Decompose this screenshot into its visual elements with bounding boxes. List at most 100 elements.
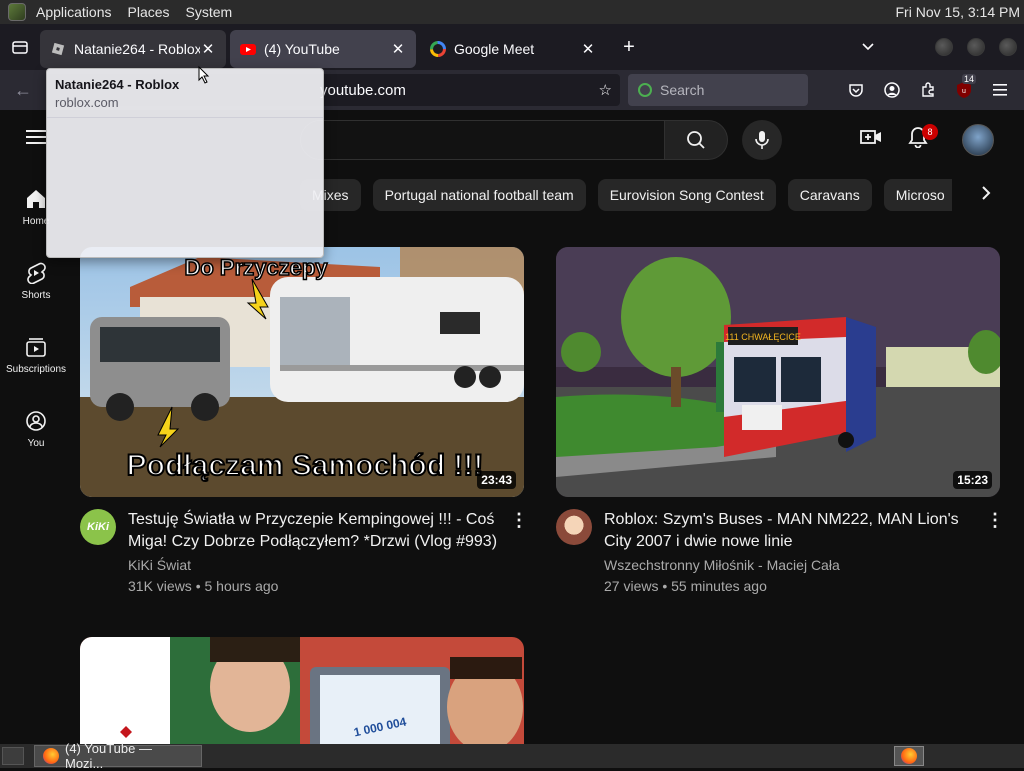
taskbar-window-button[interactable]: (4) YouTube — Mozi...	[34, 745, 202, 767]
more-options-icon[interactable]: ⋮	[986, 510, 1004, 531]
filter-chips: Mixes Portugal national football team Eu…	[300, 179, 964, 211]
shorts-icon	[25, 262, 47, 284]
video-thumbnail-roblox-bus[interactable]: 111 CHWAŁĘCICE 15:23	[556, 247, 1000, 497]
third-thumbnail-image: 1 000 004	[80, 637, 524, 744]
channel-name[interactable]: Wszechstronny Miłośnik - Maciej Cała	[604, 557, 840, 573]
youtube-search-button[interactable]	[664, 120, 728, 160]
chip-caravans[interactable]: Caravans	[788, 179, 872, 211]
video-title-line: Roblox: Szym's Buses - MAN NM222, MAN Li…	[604, 509, 984, 531]
channel-name[interactable]: KiKi Świat	[128, 557, 191, 573]
desktop-top-panel: Applications Places System Fri Nov 15, 3…	[0, 0, 1024, 24]
channel-avatar-wszechstronny[interactable]	[556, 509, 592, 545]
channel-avatar-kiki[interactable]: KiKi	[80, 509, 116, 545]
tooltip-divider	[47, 117, 323, 118]
sidebar-item-subscriptions[interactable]: Subscriptions	[0, 336, 72, 375]
search-icon	[686, 130, 706, 150]
chip-portugal[interactable]: Portugal national football team	[373, 179, 586, 211]
video-title[interactable]: Roblox: Szym's Buses - MAN NM222, MAN Li…	[604, 509, 984, 553]
search-placeholder: Search	[660, 82, 704, 98]
video-title-line: City 2007 i dwie nowe linie	[604, 531, 984, 553]
show-desktop-button[interactable]	[2, 747, 24, 765]
firefox-icon	[901, 748, 917, 764]
tab-list-button[interactable]	[0, 24, 40, 70]
chevron-right-icon[interactable]	[980, 185, 992, 206]
hamburger-menu-icon[interactable]	[991, 81, 1009, 99]
tab-bar: Natanie264 - Roblox ✕ (4) YouTube ✕ Goog…	[0, 24, 1024, 70]
back-arrow-icon[interactable]: ←	[0, 80, 46, 101]
video-stats: 31K views • 5 hours ago	[128, 578, 278, 594]
caravan-thumbnail-image: Do Przyczepy Podłączam Samochód !!!	[80, 247, 524, 497]
pocket-icon[interactable]	[847, 81, 865, 99]
video-title-line: Miga! Czy Dobrze Podłączyłem? *Drzwi (Vl…	[128, 531, 508, 553]
tooltip-host: roblox.com	[55, 95, 119, 110]
tab-title: Google Meet	[454, 41, 580, 57]
close-tab-icon[interactable]: ✕	[200, 40, 216, 58]
video-duration: 15:23	[953, 471, 992, 489]
search-engine-icon	[638, 83, 652, 97]
workspace-switcher[interactable]	[894, 746, 924, 766]
video-thumbnail-third[interactable]: 1 000 004	[80, 637, 524, 744]
thumbnail-text-top: Do Przyczepy	[184, 255, 328, 280]
thumbnail-text-bottom: Podłączam Samochód !!!	[127, 449, 484, 482]
menu-applications[interactable]: Applications	[28, 4, 120, 20]
video-duration: 23:43	[477, 471, 516, 489]
google-meet-icon	[430, 41, 446, 57]
url-text: youtube.com	[320, 82, 406, 99]
microphone-icon	[755, 130, 769, 150]
voice-search-button[interactable]	[742, 120, 782, 160]
menu-places[interactable]: Places	[120, 4, 178, 20]
mouse-cursor-icon	[198, 66, 210, 84]
desktop-taskbar: (4) YouTube — Mozi...	[0, 744, 1024, 768]
roblox-icon	[50, 41, 66, 57]
svg-text:u: u	[962, 88, 966, 95]
tab-title: Natanie264 - Roblox	[74, 41, 200, 57]
close-window-button[interactable]	[999, 38, 1017, 56]
sidebar-item-label: Subscriptions	[6, 364, 66, 375]
you-icon	[25, 410, 47, 432]
create-video-icon[interactable]	[860, 128, 882, 151]
tooltip-title: Natanie264 - Roblox	[55, 77, 179, 92]
youtube-icon	[240, 41, 256, 57]
subscriptions-icon	[25, 336, 47, 358]
extension-badge: 14	[962, 74, 976, 84]
video-title-line: Testuję Światła w Przyczepie Kempingowej…	[128, 509, 508, 531]
minimize-button[interactable]	[935, 38, 953, 56]
guide-menu-icon[interactable]	[26, 130, 46, 144]
tab-title: (4) YouTube	[264, 41, 390, 57]
new-tab-button[interactable]: +	[614, 32, 644, 62]
video-stats: 27 views • 55 minutes ago	[604, 578, 767, 594]
bus-thumbnail-image: 111 CHWAŁĘCICE	[556, 247, 1000, 497]
video-thumbnail-caravan[interactable]: Do Przyczepy Podłączam Samochód !!! 23:4…	[80, 247, 524, 497]
bus-destination-display: 111 CHWAŁĘCICE	[725, 332, 801, 342]
chevron-down-icon[interactable]	[856, 24, 880, 70]
sidebar-item-you[interactable]: You	[0, 410, 72, 449]
tab-hover-tooltip: Natanie264 - Roblox roblox.com	[46, 68, 324, 258]
desktop-logo-icon[interactable]	[8, 3, 26, 21]
close-tab-icon[interactable]: ✕	[580, 40, 596, 58]
video-title[interactable]: Testuję Światła w Przyczepie Kempingowej…	[128, 509, 508, 553]
firefox-icon	[43, 748, 59, 764]
taskbar-window-title: (4) YouTube — Mozi...	[65, 741, 193, 771]
tab-list-icon	[12, 39, 28, 55]
extensions-icon[interactable]	[919, 81, 937, 99]
notification-count-badge: 8	[922, 124, 938, 140]
bookmark-star-icon[interactable]: ☆	[599, 81, 612, 99]
tab-youtube[interactable]: (4) YouTube ✕	[230, 30, 416, 68]
sidebar-item-shorts[interactable]: Shorts	[0, 262, 72, 301]
avatar[interactable]	[962, 124, 994, 156]
youtube-search-input[interactable]	[300, 120, 664, 160]
sidebar-item-label: You	[28, 438, 45, 449]
maximize-button[interactable]	[967, 38, 985, 56]
close-tab-icon[interactable]: ✕	[390, 40, 406, 58]
chip-microsoft[interactable]: Microso	[884, 179, 952, 211]
account-icon[interactable]	[883, 81, 901, 99]
home-icon	[25, 188, 47, 210]
clock[interactable]: Fri Nov 15, 3:14 PM	[896, 4, 1024, 20]
chip-eurovision[interactable]: Eurovision Song Contest	[598, 179, 776, 211]
menu-system[interactable]: System	[178, 4, 241, 20]
tab-google-meet[interactable]: Google Meet ✕	[420, 30, 606, 68]
more-options-icon[interactable]: ⋮	[510, 510, 528, 531]
sidebar-item-label: Shorts	[22, 290, 51, 301]
search-input[interactable]: Search	[628, 74, 808, 106]
tab-roblox[interactable]: Natanie264 - Roblox ✕	[40, 30, 226, 68]
